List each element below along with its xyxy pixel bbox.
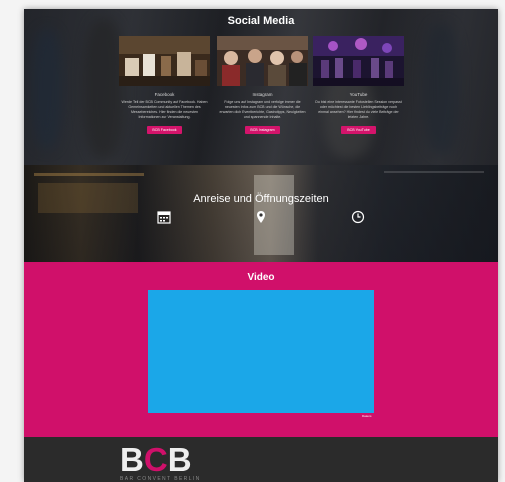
background-figure <box>424 24 459 154</box>
bcb-logo[interactable]: BCB BAR CONVENT BERLIN <box>120 443 201 482</box>
location-pin-icon[interactable] <box>254 210 268 224</box>
travel-title: Anreise und Öffnungszeiten <box>193 193 329 205</box>
logo-letters: BCB <box>120 443 201 477</box>
youtube-thumbnail <box>313 36 404 86</box>
background-figure <box>84 19 124 159</box>
logo-subtitle: BAR CONVENT BERLIN <box>120 476 201 482</box>
facebook-card-name: Facebook <box>154 92 175 97</box>
social-media-section: Social Media Facebook Werde Teil der BCB… <box>24 9 498 165</box>
instagram-card-description: Folge uns auf Instagram und verfolge imm… <box>219 100 306 119</box>
video-player[interactable] <box>148 290 374 413</box>
background-light <box>34 173 144 176</box>
instagram-thumbnail <box>217 36 308 86</box>
youtube-photo-icon <box>313 36 404 86</box>
youtube-card-name: YouTube <box>349 92 368 97</box>
footer: BCB BAR CONVENT BERLIN <box>24 437 498 482</box>
logo-letter: B <box>167 441 192 478</box>
social-card-youtube: YouTube Du bist eine interessante Fotost… <box>313 36 404 134</box>
social-card-facebook: Facebook Werde Teil der BCB Community au… <box>119 36 210 134</box>
video-section: Video Datens <box>24 262 498 437</box>
privacy-link[interactable]: Datens <box>362 414 372 418</box>
instagram-card-name: Instagram <box>252 92 273 97</box>
facebook-card-description: Werde Teil der BCB Community auf Faceboo… <box>121 100 208 119</box>
clock-icon[interactable] <box>351 210 365 224</box>
logo-letter: B <box>120 441 144 478</box>
facebook-button[interactable]: BCB Facebook <box>147 126 182 134</box>
youtube-card-description: Du bist eine interessante Fotostellen Se… <box>315 100 402 119</box>
page-frame: Social Media Facebook Werde Teil der BCB… <box>24 9 498 482</box>
logo-letter: C <box>143 441 168 478</box>
youtube-button[interactable]: BCB YouTube <box>341 126 376 134</box>
instagram-button[interactable]: BCB Instagram <box>245 126 280 134</box>
social-media-title: Social Media <box>227 15 295 27</box>
calendar-icon[interactable] <box>157 210 171 224</box>
facebook-thumbnail <box>119 36 210 86</box>
travel-hours-section: Anreise und Öffnungszeiten <box>24 165 498 262</box>
background-light <box>384 171 484 173</box>
background-figure <box>32 29 62 149</box>
social-card-instagram: Instagram Folge uns auf Instagram und ve… <box>217 36 308 134</box>
facebook-photo-icon <box>119 36 210 86</box>
video-title: Video <box>247 272 275 283</box>
instagram-photo-icon <box>217 36 308 86</box>
